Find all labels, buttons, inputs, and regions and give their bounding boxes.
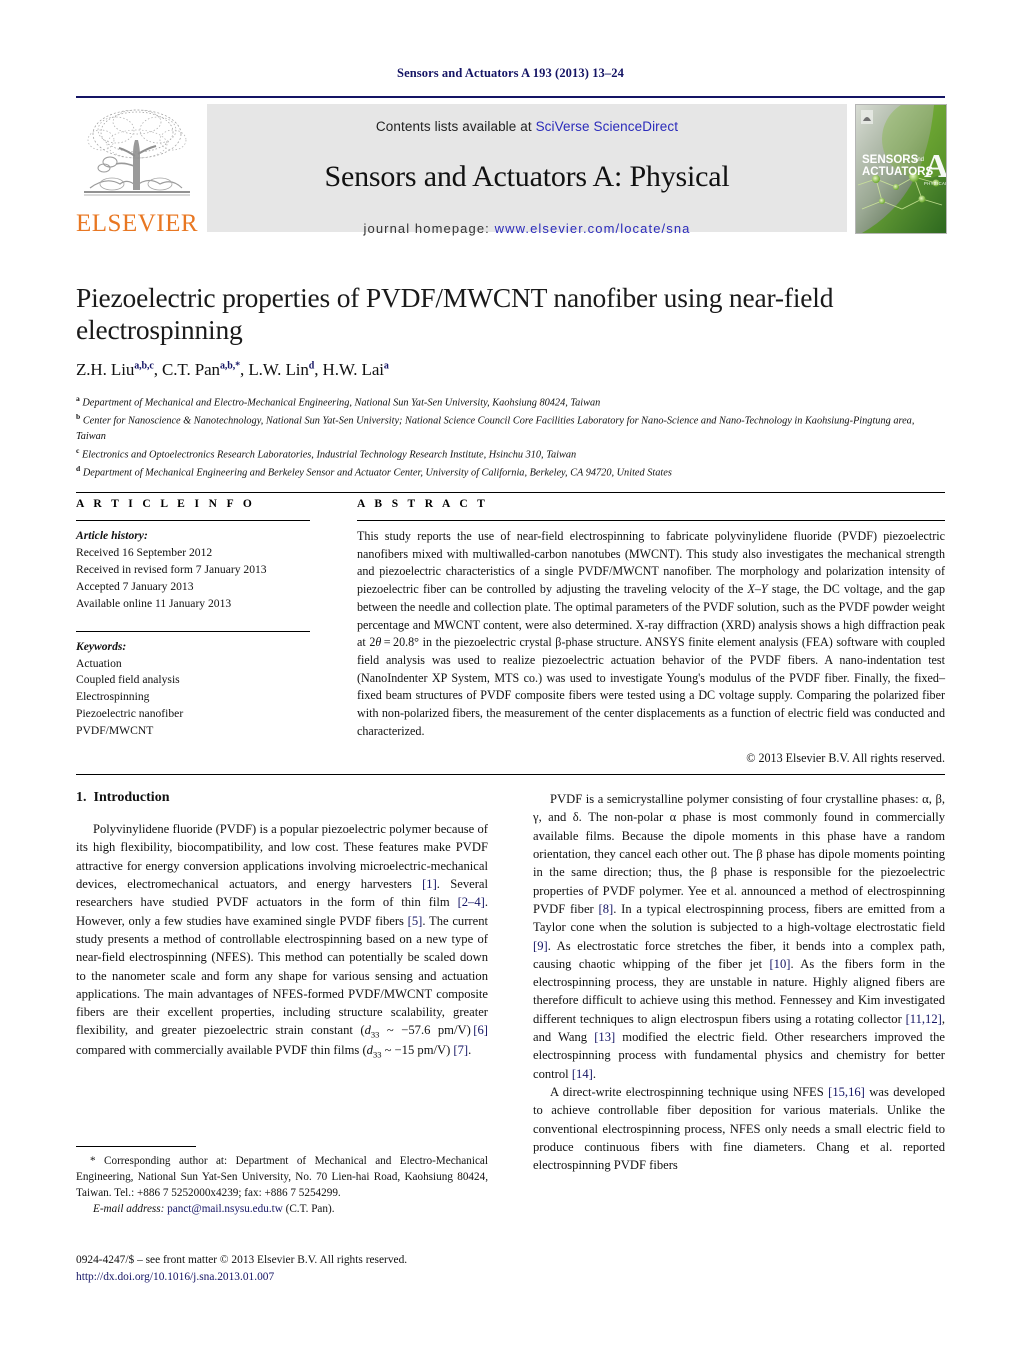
footnote-rule (76, 1146, 196, 1147)
keywords-group: Keywords: Actuation Coupled field analys… (76, 639, 310, 741)
intro-paragraph: PVDF is a semicrystalline polymer consis… (533, 792, 946, 1081)
history-item: Received in revised form 7 January 2013 (76, 562, 267, 576)
doi-link[interactable]: http://dx.doi.org/10.1016/j.sna.2013.01.… (76, 1269, 506, 1286)
article-info-column: A R T I C L E I N F O Article history: R… (76, 498, 310, 740)
article-history-group: Article history: Received 16 September 2… (76, 528, 310, 613)
cover-title-line2-text: ACTUATORS (862, 166, 933, 178)
svg-text:A: A (924, 148, 946, 185)
affiliation-marker: a (76, 393, 80, 403)
affiliation-marker: d (76, 463, 81, 473)
author-list: Z.H. Liua,b,c, C.T. Pana,b,*, L.W. Lind,… (76, 359, 389, 379)
info-abstract-top-rule (76, 492, 945, 493)
history-item: Available online 11 January 2013 (76, 596, 232, 610)
masthead-top-rule (76, 96, 945, 98)
email-owner: (C.T. Pan). (285, 1203, 335, 1216)
email-link[interactable]: panct@mail.nsysu.edu.tw (167, 1203, 283, 1215)
homepage-url-link[interactable]: www.elsevier.com/locate/sna (495, 221, 691, 236)
history-item: Received 16 September 2012 (76, 545, 213, 559)
section-name: Introduction (93, 790, 170, 805)
running-head: Sensors and Actuators A 193 (2013) 13–24 (397, 66, 624, 80)
keyword-item: Coupled field analysis (76, 673, 180, 687)
affiliation-item: a Department of Mechanical and Electro-M… (76, 393, 945, 411)
section-number: 1. (76, 790, 87, 805)
article-info-rule (76, 520, 310, 521)
affiliation-list: a Department of Mechanical and Electro-M… (76, 393, 945, 481)
body-column-left: 1. Introduction Polyvinylidene fluoride (… (76, 790, 488, 1061)
affiliation-text: Electronics and Optoelectronics Research… (81, 449, 577, 461)
history-item: Accepted 7 January 2013 (76, 579, 194, 593)
contents-available-line: Contents lists available at SciVerse Sci… (207, 119, 847, 134)
section-title-introduction: 1. Introduction (76, 790, 488, 806)
keyword-item: Piezoelectric nanofiber (76, 707, 184, 721)
svg-text:and: and (914, 157, 924, 163)
affiliation-text: Department of Mechanical Engineering and… (82, 467, 672, 479)
issn-copyright-line: 0924-4247/$ – see front matter © 2013 El… (76, 1254, 408, 1266)
imprint-block: 0924-4247/$ – see front matter © 2013 El… (76, 1252, 506, 1286)
svg-text:PHYSICAL: PHYSICAL (924, 181, 946, 186)
article-info-heading: A R T I C L E I N F O (76, 498, 256, 510)
contents-prefix: Contents lists available at (375, 119, 536, 134)
affiliation-item: b Center for Nanoscience & Nanotechnolog… (76, 411, 945, 445)
journal-info-band: Contents lists available at SciVerse Sci… (207, 104, 847, 236)
email-note: E-mail address: panct@mail.nsysu.edu.tw … (76, 1201, 488, 1217)
corresponding-author-note: * Corresponding author at: Department of… (76, 1155, 488, 1200)
abstract-copyright: © 2013 Elsevier B.V. All rights reserved… (746, 751, 945, 766)
homepage-prefix: journal homepage: (363, 221, 495, 236)
cover-title-line1-text: SENSORS (862, 154, 919, 166)
affiliation-marker: c (76, 445, 80, 455)
affiliation-item: c Electronics and Optoelectronics Resear… (76, 445, 945, 463)
intro-paragraph: Polyvinylidene fluoride (PVDF) is a popu… (76, 822, 488, 1060)
article-history-label: Article history: (76, 529, 148, 542)
elsevier-wordmark: ELSEVIER (76, 210, 199, 237)
footnote-block: * Corresponding author at: Department of… (76, 1146, 488, 1218)
intro-paragraph: A direct-write electrospinning technique… (533, 1085, 945, 1173)
title-block: Piezoelectric properties of PVDF/MWCNT n… (76, 282, 945, 481)
keyword-item: Electrospinning (76, 690, 150, 704)
journal-cover-thumbnail: SENSORS and ACTUATORS A PHYSICAL (855, 104, 947, 234)
affiliation-item: d Department of Mechanical Engineering a… (76, 463, 945, 481)
affiliation-text: Department of Mechanical and Electro-Mec… (82, 397, 601, 409)
paper-title: Piezoelectric properties of PVDF/MWCNT n… (76, 282, 834, 346)
affiliation-text: Center for Nanoscience & Nanotechnology,… (76, 415, 915, 442)
journal-title: Sensors and Actuators A: Physical (324, 160, 730, 193)
journal-masthead: ELSEVIER Contents lists available at Sci… (76, 96, 947, 236)
journal-article-page: Sensors and Actuators A 193 (2013) 13–24 (0, 0, 1021, 1351)
journal-homepage-line: journal homepage: www.elsevier.com/locat… (207, 221, 847, 236)
abstract-body: This study reports the use of near-field… (357, 529, 945, 738)
keywords-label: Keywords: (76, 639, 127, 653)
body-column-right: PVDF is a semicrystalline polymer consis… (533, 790, 945, 1175)
affiliation-marker: b (76, 411, 81, 421)
keyword-item: PVDF/MWCNT (76, 724, 154, 738)
keywords-rule (76, 630, 310, 632)
abstract-column: A B S T R A C T This study reports the u… (357, 498, 945, 766)
email-label: E-mail address: (93, 1203, 165, 1216)
keyword-item: Actuation (76, 656, 122, 670)
sciencedirect-link[interactable]: SciVerse ScienceDirect (536, 119, 679, 134)
abstract-rule (357, 520, 945, 521)
elsevier-tree-logo-icon: ELSEVIER (76, 104, 198, 236)
abstract-heading: A B S T R A C T (357, 498, 489, 510)
info-abstract-bottom-rule (76, 774, 945, 775)
